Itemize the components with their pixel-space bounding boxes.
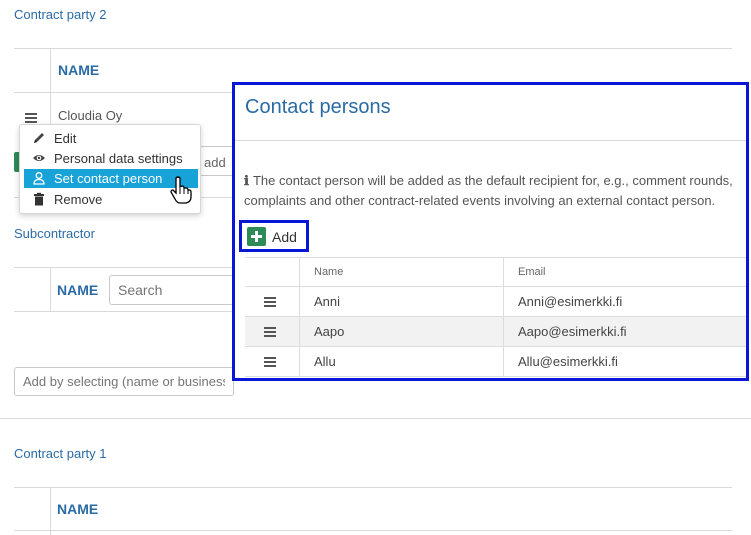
subcontractor-search-input[interactable] — [109, 275, 234, 305]
row-menu-icon[interactable] — [264, 357, 276, 367]
contact-email: Aapo@esimerkki.fi — [518, 324, 627, 339]
table-header-row: Name Email — [245, 257, 746, 287]
contact-email: Anni@esimerkki.fi — [518, 294, 623, 309]
divider — [14, 267, 232, 268]
eye-icon — [33, 155, 45, 161]
row-menu-icon[interactable] — [25, 113, 37, 123]
divider — [14, 48, 732, 49]
row-menu-icon[interactable] — [264, 297, 276, 307]
divider — [235, 140, 746, 141]
trash-icon — [34, 192, 44, 206]
plus-icon — [247, 227, 266, 246]
divider — [14, 487, 732, 488]
divider — [0, 418, 751, 419]
info-message: The contact person will be added as the … — [244, 173, 733, 208]
pencil-icon — [34, 133, 44, 143]
subcontractor-name-header: NAME — [57, 282, 99, 298]
person-icon — [33, 172, 45, 185]
subcontractor-title: Subcontractor — [14, 226, 95, 241]
table-row: Allu Allu@esimerkki.fi — [245, 347, 746, 377]
column-header-email: Email — [518, 266, 546, 278]
contact-name: Allu — [314, 354, 336, 369]
party2-add-input[interactable]: add — [199, 146, 233, 176]
contact-persons-dialog: Contact persons ℹ The contact person will… — [232, 82, 749, 381]
hand-cursor-icon — [170, 176, 192, 204]
menu-item-label: Set contact person — [54, 171, 163, 186]
menu-item-label: Edit — [54, 131, 77, 146]
contact-name: Anni — [314, 294, 341, 309]
party2-row-name: Cloudia Oy — [58, 108, 123, 123]
dialog-title: Contact persons — [245, 96, 391, 118]
contract-party-2-title: Contract party 2 — [14, 7, 107, 22]
divider — [14, 92, 234, 93]
subcontractor-add-input[interactable] — [14, 367, 234, 396]
divider — [50, 267, 51, 312]
table-row: Aapo Aapo@esimerkki.fi — [245, 317, 746, 347]
divider — [50, 487, 51, 535]
add-contact-button[interactable]: Add — [239, 220, 309, 252]
contact-email: Allu@esimerkki.fi — [518, 354, 618, 369]
divider — [14, 530, 732, 531]
table-row: Anni Anni@esimerkki.fi — [245, 287, 746, 317]
party1-name-header: NAME — [57, 501, 99, 517]
row-menu-icon[interactable] — [264, 327, 276, 337]
column-header-name: Name — [314, 266, 344, 278]
menu-item-edit[interactable]: Edit — [24, 129, 198, 148]
menu-item-label: Remove — [54, 192, 103, 207]
info-text: ℹ The contact person will be added as the… — [244, 171, 746, 210]
menu-item-personal-data-settings[interactable]: Personal data settings — [24, 149, 198, 168]
contact-name: Aapo — [314, 324, 345, 339]
divider — [14, 311, 232, 312]
party2-name-header: NAME — [58, 62, 100, 78]
contract-party-1-title: Contract party 1 — [14, 446, 107, 461]
add-button-label: Add — [272, 229, 297, 245]
info-icon: ℹ — [244, 174, 249, 189]
menu-item-label: Personal data settings — [54, 151, 183, 166]
